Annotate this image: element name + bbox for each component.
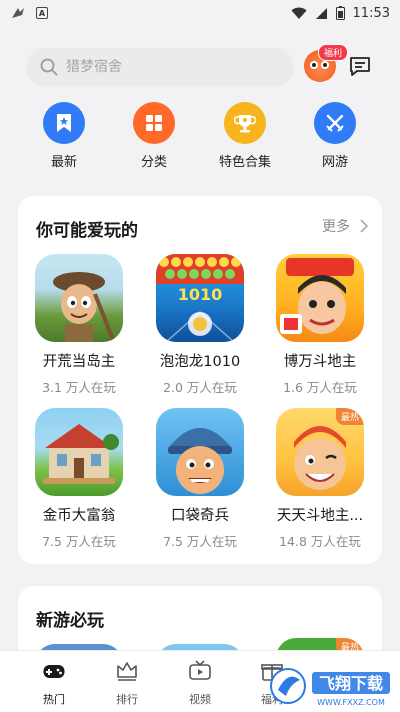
section-title: 你可能爱玩的 — [36, 221, 138, 241]
game-players: 1.6 万人在玩 — [283, 380, 357, 395]
a-icon: A — [36, 7, 48, 19]
trophy-icon — [224, 102, 266, 144]
game-icon[interactable] — [276, 254, 364, 342]
game-players: 7.5 万人在玩 — [163, 534, 237, 549]
tab-video[interactable]: 视频 — [170, 659, 230, 707]
game-name: 金币大富翁 — [42, 508, 116, 524]
search-icon — [40, 58, 58, 76]
search-box[interactable] — [26, 48, 294, 86]
game-item[interactable]: 开荒当岛主 3.1 万人在玩 — [24, 254, 134, 396]
game-icon[interactable]: 最热 — [276, 408, 364, 496]
more-label: 更多 — [322, 219, 350, 235]
game-name: 泡泡龙1010 — [159, 354, 241, 370]
quick-nav-category[interactable]: 分类 — [109, 102, 199, 170]
game-icon[interactable] — [156, 408, 244, 496]
game-icon[interactable] — [35, 408, 123, 496]
status-bar: A 11:53 — [0, 0, 400, 26]
tab-label: 排行 — [116, 693, 138, 706]
tab-label: 视频 — [189, 693, 211, 706]
game-players: 3.1 万人在玩 — [42, 380, 116, 395]
game-icon[interactable]: 1010 — [156, 254, 244, 342]
game-item[interactable]: 金币大富翁 7.5 万人在玩 — [24, 408, 134, 550]
bookmark-icon — [43, 102, 85, 144]
game-item[interactable]: 博万斗地主 1.6 万人在玩 — [265, 254, 375, 396]
wifi-icon — [291, 7, 307, 19]
crown-icon — [117, 662, 137, 681]
game-players: 2.0 万人在玩 — [163, 380, 237, 395]
tab-hot[interactable]: 热门 — [24, 659, 84, 707]
game-item[interactable]: 口袋奇兵 7.5 万人在玩 — [145, 408, 255, 550]
swords-icon — [314, 102, 356, 144]
quick-nav-latest[interactable]: 最新 — [19, 102, 109, 170]
section-title: 新游必玩 — [36, 611, 104, 631]
game-name: 博万斗地主 — [283, 354, 357, 370]
quick-nav-online[interactable]: 网游 — [290, 102, 380, 170]
watermark-logo: 飞翔下载 WWW.FXXZ.COM — [268, 660, 394, 710]
gamepad-icon — [43, 665, 65, 678]
game-players: 14.8 万人在玩 — [279, 534, 361, 549]
hot-badge: 最热 — [335, 408, 364, 425]
message-icon[interactable] — [348, 54, 372, 78]
welfare-entry[interactable]: 福利 — [304, 44, 349, 84]
game-players: 7.5 万人在玩 — [42, 534, 116, 549]
watermark-title: 飞翔下载 — [319, 674, 383, 693]
tab-label: 热门 — [43, 693, 65, 706]
quick-nav: 最新 分类 特色合集 网游 — [0, 102, 400, 174]
game-name: 天天斗地主... — [276, 508, 364, 524]
header: 福利 — [0, 44, 400, 86]
search-input[interactable] — [66, 59, 266, 75]
tv-icon — [189, 660, 211, 680]
watermark-url: WWW.FXXZ.COM — [317, 698, 385, 707]
signal-icon — [315, 7, 327, 19]
quick-nav-collection[interactable]: 特色合集 — [200, 102, 290, 170]
game-name: 口袋奇兵 — [171, 508, 229, 524]
grid-icon — [133, 102, 175, 144]
battery-icon — [335, 6, 345, 20]
tab-ranking[interactable]: 排行 — [97, 659, 157, 707]
welfare-badge: 福利 — [318, 44, 349, 61]
quick-nav-label: 最新 — [50, 155, 77, 170]
more-link[interactable]: 更多 — [322, 216, 368, 236]
quick-nav-label: 分类 — [140, 155, 167, 170]
game-icon[interactable] — [35, 254, 123, 342]
game-name: 开荒当岛主 — [42, 354, 116, 370]
quick-nav-label: 网游 — [321, 155, 348, 170]
notification-icon — [12, 8, 24, 18]
quick-nav-label: 特色合集 — [218, 155, 271, 170]
svg-text:1010: 1010 — [178, 285, 223, 304]
chevron-right-icon — [360, 219, 368, 233]
game-item[interactable]: 1010 泡泡龙1010 2.0 万人在玩 — [145, 254, 255, 396]
recommend-section: 你可能爱玩的 更多 开荒当岛主 3.1 万人在玩 1010 泡泡龙1010 2.… — [18, 196, 382, 564]
game-item[interactable]: 最热 天天斗地主... 14.8 万人在玩 — [265, 408, 375, 550]
status-time: 11:53 — [352, 5, 390, 21]
